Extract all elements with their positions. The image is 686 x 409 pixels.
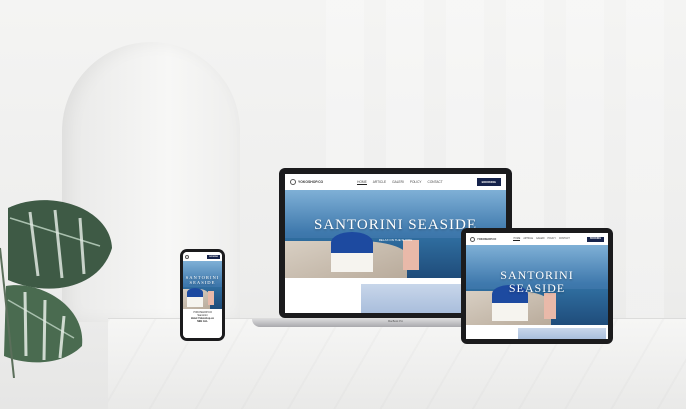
tablet-navbar: YOKOSHOP.CO HOME ARTICLE GALERI POLICY C… (466, 233, 608, 245)
chapel-dome (331, 232, 373, 253)
tablet-featured-card[interactable] (518, 328, 606, 339)
phone-hero: SANTORINI SEASIDE (183, 261, 222, 309)
tablet-logo-text: YOKOSHOP.CO (477, 237, 497, 241)
monstera-leaf-icon (0, 200, 112, 378)
tablet-screen: YOKOSHOP.CO HOME ARTICLE GALERI POLICY C… (466, 233, 608, 339)
booking-button[interactable]: BOOKING (476, 178, 501, 186)
site-logo[interactable]: YOKOSHOP.CO (290, 179, 323, 185)
phone-bell-tower (208, 291, 214, 305)
tablet-booking-button[interactable]: BOOKING (587, 236, 604, 242)
tablet-nav-article[interactable]: ARTICLE (523, 238, 533, 241)
tablet-nav-galeri[interactable]: GALERI (536, 238, 544, 241)
tablet-logo[interactable]: YOKOSHOP.CO (470, 236, 497, 242)
site-navbar: YOKOSHOP.CO HOME ARTICLE GALERI POLICY C… (285, 174, 506, 190)
tablet-hero-title-line2: SEASIDE (508, 281, 566, 296)
bell-tower (403, 240, 419, 270)
nav-policy[interactable]: POLICY (410, 180, 422, 185)
tablet-hero: SANTORINI SEASIDE (466, 245, 608, 325)
phone-content: YOKOSHOP.CO Santorini Hotel Yokoshop.co … (183, 309, 222, 338)
phone-hero-title-line2: SEASIDE (189, 280, 216, 286)
tablet-nav-contact[interactable]: CONTACT (559, 238, 570, 241)
featured-card[interactable] (361, 284, 465, 313)
logo-mark-icon (290, 179, 296, 185)
nav-contact[interactable]: CONTACT (428, 180, 443, 185)
phone-navbar: BOOKING (183, 252, 222, 261)
phone-hero-title: SANTORINI SEASIDE (183, 275, 222, 285)
mockup-scene: YOKOSHOP.CO HOME ARTICLE GALERI POLICY C… (0, 0, 686, 409)
phone-logo[interactable] (185, 254, 189, 259)
tablet-device: YOKOSHOP.CO HOME ARTICLE GALERI POLICY C… (461, 228, 613, 344)
phone-booking-button[interactable]: BOOKING (207, 254, 220, 259)
phone-device: BOOKING SANTORINI SEASIDE YOKOSHOP.CO Sa… (180, 249, 225, 341)
tablet-bell-tower (544, 293, 556, 319)
nav-article[interactable]: ARTICLE (373, 180, 386, 185)
phone-dome (187, 288, 203, 297)
nav-galeri[interactable]: GALERI (392, 180, 404, 185)
nav-home[interactable]: HOME (357, 180, 367, 185)
phone-screen: BOOKING SANTORINI SEASIDE YOKOSHOP.CO Sa… (183, 252, 222, 338)
tablet-hero-title: SANTORINI SEASIDE (466, 268, 608, 296)
phone-see-all-link[interactable]: SEE ALL (183, 320, 222, 324)
tablet-content (466, 325, 608, 339)
logo-mark-icon (185, 254, 189, 259)
site-logo-text: YOKOSHOP.CO (298, 180, 324, 184)
logo-mark-icon (470, 236, 475, 242)
tablet-nav-home[interactable]: HOME (513, 238, 521, 241)
tablet-nav-policy[interactable]: POLICY (547, 238, 555, 241)
site-menu: HOME ARTICLE GALERI POLICY CONTACT (357, 180, 443, 185)
tablet-menu: HOME ARTICLE GALERI POLICY CONTACT (513, 238, 570, 241)
